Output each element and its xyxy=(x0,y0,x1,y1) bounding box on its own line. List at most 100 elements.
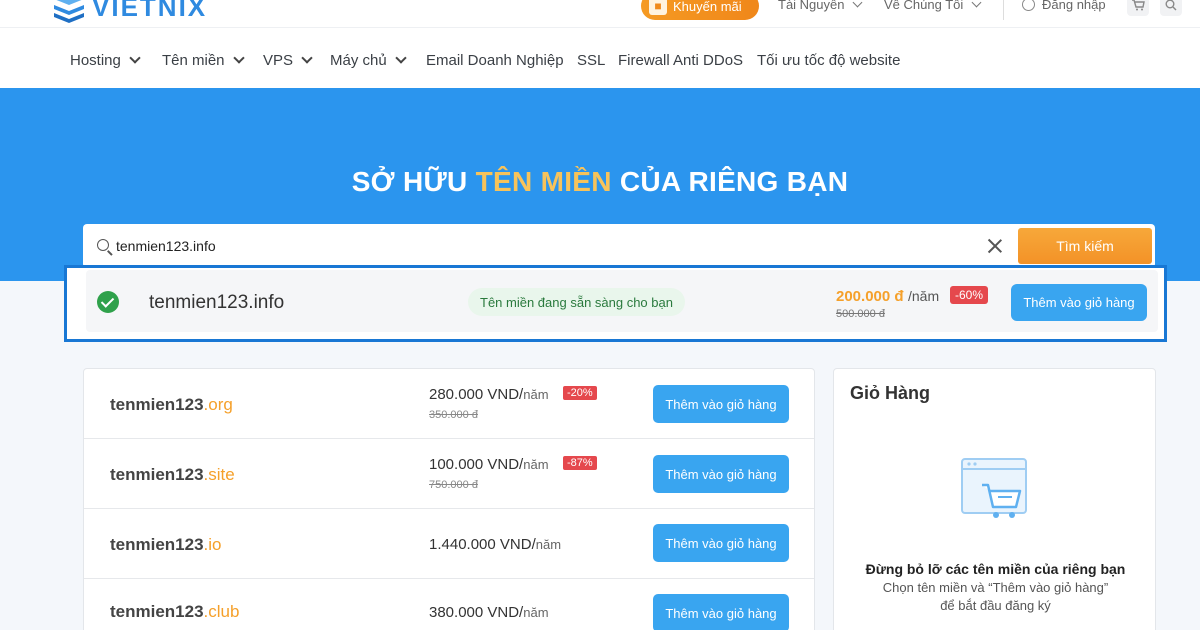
top-bar: VIETNIX ■ Khuyến mãi Tài Nguyên Về Chúng… xyxy=(0,0,1200,28)
discount-badge: -20% xyxy=(563,386,597,400)
nav-item-label: Máy chủ xyxy=(330,52,387,69)
list-item: tenmien123.club 380.000 VND/năm Thêm vào… xyxy=(84,579,814,630)
domain-base: tenmien123 xyxy=(110,465,204,484)
domain-price: 1.440.000 VND/năm xyxy=(429,536,561,553)
domain-search-bar: tenmien123.info Tìm kiếm xyxy=(83,224,1155,268)
domain-tld: .org xyxy=(203,395,233,414)
cart-empty-heading: Đừng bỏ lỡ các tên miền của riêng bạn xyxy=(865,561,1126,577)
promo-button[interactable]: ■ Khuyến mãi xyxy=(641,0,759,20)
chevron-down-icon xyxy=(232,52,245,64)
result-price-unit: /năm xyxy=(908,288,940,304)
nav-item-label: Hosting xyxy=(70,52,121,69)
domain-price: 380.000 VND/năm xyxy=(429,604,549,621)
search-icon xyxy=(1165,0,1177,11)
old-price: 750.000 đ xyxy=(429,479,478,491)
close-icon[interactable] xyxy=(987,238,1003,254)
result-price: 200.000 đ xyxy=(836,288,904,305)
topbar-divider xyxy=(1003,0,1004,20)
search-toggle-button[interactable] xyxy=(1160,0,1182,16)
cart-empty-text: Chọn tên miền và “Thêm vào giỏ hàng” để … xyxy=(882,580,1109,613)
nav-item-label: VPS xyxy=(263,52,294,69)
chevron-down-icon xyxy=(971,0,982,8)
discount-badge: -60% xyxy=(950,286,989,304)
search-result-highlight: tenmien123.info Tên miền đang sẵn sàng c… xyxy=(64,265,1167,342)
nav-item-vps[interactable]: VPS xyxy=(263,52,313,69)
list-item: tenmien123.io 1.440.000 VND/năm Thêm vào… xyxy=(84,509,814,579)
price-value: 380.000 VND/ xyxy=(429,604,524,621)
nav-item-server[interactable]: Máy chủ xyxy=(330,52,407,69)
brand-logo[interactable]: VIETNIX xyxy=(52,0,207,23)
list-item: tenmien123.site 100.000 VND/năm 750.000 … xyxy=(84,439,814,509)
cart-panel: Giỏ Hàng Đừng bỏ lỡ các tên miền của riê… xyxy=(833,368,1156,630)
discount-badge: -87% xyxy=(563,456,597,470)
resources-label: Tài Nguyên xyxy=(778,0,845,12)
domain-suggestion-list: tenmien123.org 280.000 VND/năm 350.000 đ… xyxy=(83,368,815,630)
domain-tld: .club xyxy=(203,602,240,621)
login-link[interactable]: Đăng nhập xyxy=(1022,0,1106,12)
empty-cart-icon xyxy=(961,458,1027,518)
add-to-cart-button[interactable]: Thêm vào giỏ hàng xyxy=(1011,284,1147,321)
gift-icon: ■ xyxy=(649,0,667,15)
nav-item-label: Firewall Anti DDoS xyxy=(618,52,744,69)
search-input[interactable]: tenmien123.info xyxy=(116,238,216,254)
price-unit: năm xyxy=(523,457,549,472)
cart-icon xyxy=(1132,0,1145,11)
availability-badge: Tên miền đang sẵn sàng cho bạn xyxy=(468,288,685,316)
nav-item-label: SSL xyxy=(577,52,606,69)
nav-item-ssl[interactable]: SSL xyxy=(577,52,605,69)
search-icon xyxy=(97,239,109,251)
domain-name: tenmien123.site xyxy=(110,465,235,485)
hero-title-part2: CỦA RIÊNG BẠN xyxy=(611,166,849,197)
main-nav: Hosting Tên miền VPS Máy chủ Email Doanh… xyxy=(0,28,1200,88)
resources-menu[interactable]: Tài Nguyên xyxy=(778,0,863,12)
nav-item-label: Tối ưu tốc độ website xyxy=(757,52,901,69)
price-value: 100.000 VND/ xyxy=(429,456,524,473)
about-label: Về Chúng Tôi xyxy=(884,0,964,12)
add-to-cart-button[interactable]: Thêm vào giỏ hàng xyxy=(653,385,789,423)
price-unit: năm xyxy=(535,537,562,552)
nav-item-domain[interactable]: Tên miền xyxy=(162,52,245,69)
chevron-down-icon xyxy=(129,52,141,64)
domain-base: tenmien123 xyxy=(110,602,204,621)
result-domain: tenmien123.info xyxy=(149,292,285,313)
chevron-down-icon xyxy=(853,0,863,8)
domain-name: tenmien123.club xyxy=(110,602,239,622)
nav-item-firewall[interactable]: Firewall Anti DDoS xyxy=(618,52,743,69)
search-button[interactable]: Tìm kiếm xyxy=(1018,228,1152,264)
user-icon xyxy=(1022,0,1035,11)
add-to-cart-button[interactable]: Thêm vào giỏ hàng xyxy=(653,594,789,630)
list-item: tenmien123.org 280.000 VND/năm 350.000 đ… xyxy=(84,369,814,439)
result-old-price: 500.000 đ xyxy=(836,308,885,320)
about-menu[interactable]: Về Chúng Tôi xyxy=(884,0,982,12)
login-label: Đăng nhập xyxy=(1042,0,1106,12)
nav-item-hosting[interactable]: Hosting xyxy=(70,52,141,69)
domain-base: tenmien123 xyxy=(110,535,204,554)
domain-base: tenmien123 xyxy=(110,395,204,414)
domain-tld: .site xyxy=(203,465,235,484)
nav-item-label: Tên miền xyxy=(162,52,225,69)
chevron-down-icon xyxy=(395,52,407,64)
domain-price: 100.000 VND/năm xyxy=(429,456,549,473)
hero-title-highlight: TÊN MIỀN xyxy=(475,166,612,197)
domain-price: 280.000 VND/năm xyxy=(429,386,549,403)
domain-name: tenmien123.io xyxy=(110,535,222,555)
cart-button[interactable] xyxy=(1127,0,1149,16)
domain-name: tenmien123.org xyxy=(110,395,233,415)
nav-item-label: Email Doanh Nghiệp xyxy=(426,52,564,69)
hero-title: SỞ HỮU TÊN MIỀN CỦA RIÊNG BẠN xyxy=(0,166,1200,198)
promo-label: Khuyến mãi xyxy=(673,0,742,14)
logo-icon xyxy=(54,0,84,23)
nav-item-email[interactable]: Email Doanh Nghiệp xyxy=(426,52,564,69)
add-to-cart-button[interactable]: Thêm vào giỏ hàng xyxy=(653,524,789,562)
cart-title: Giỏ Hàng xyxy=(850,383,930,403)
search-result-card: tenmien123.info Tên miền đang sẵn sàng c… xyxy=(86,270,1158,332)
price-value: 1.440.000 VND/ xyxy=(429,536,536,553)
hero-title-part1: SỞ HỮU xyxy=(351,166,476,197)
price-unit: năm xyxy=(523,605,549,620)
add-to-cart-button[interactable]: Thêm vào giỏ hàng xyxy=(653,455,789,493)
price-unit: năm xyxy=(523,387,549,402)
price-value: 280.000 VND/ xyxy=(429,386,524,403)
nav-item-speed[interactable]: Tối ưu tốc độ website xyxy=(757,52,900,69)
old-price: 350.000 đ xyxy=(429,409,478,421)
brand-name: VIETNIX xyxy=(92,0,208,22)
